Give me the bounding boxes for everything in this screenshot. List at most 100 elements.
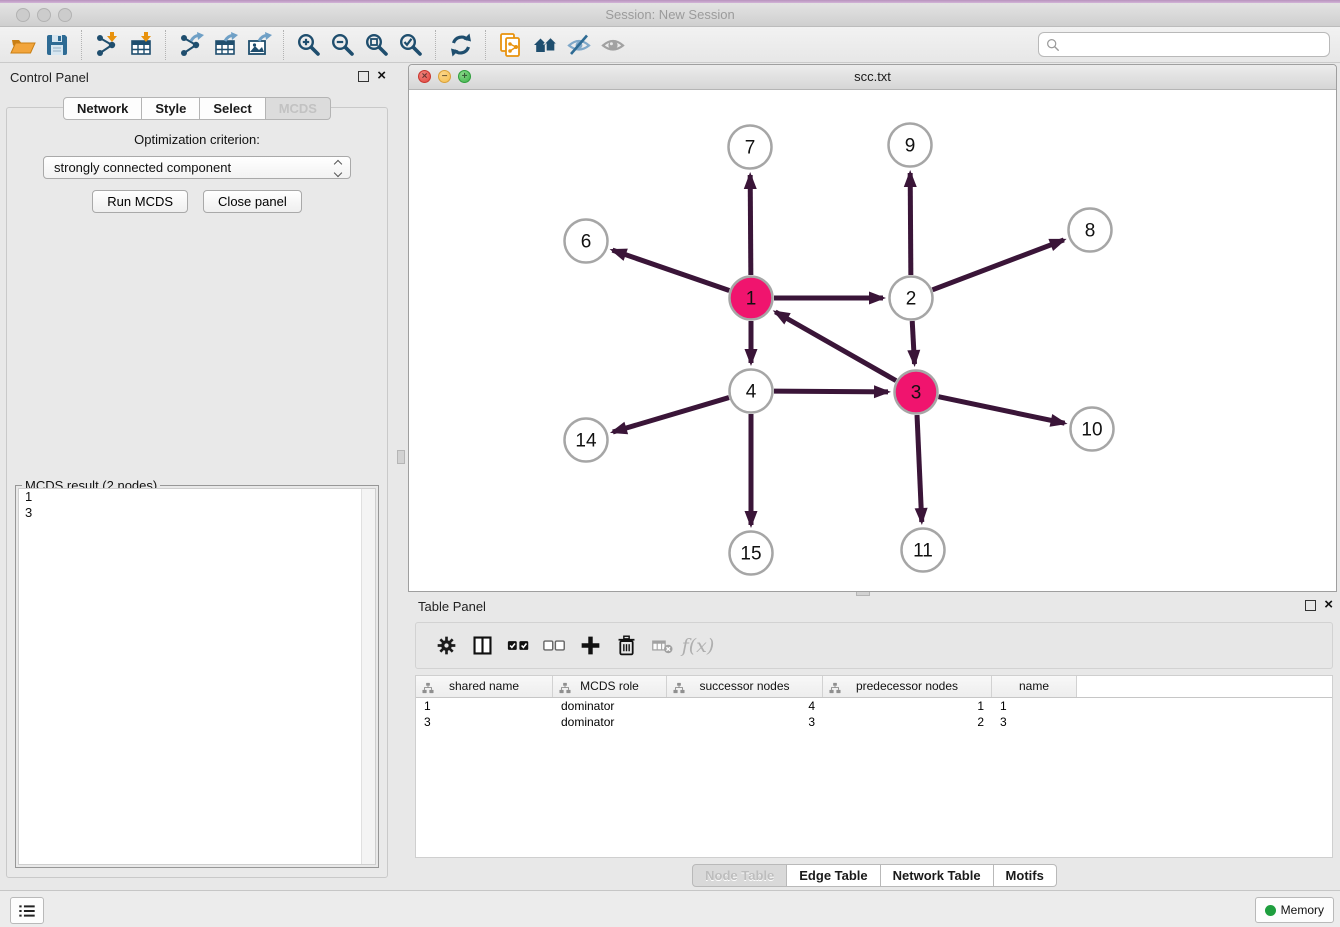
svg-text:4: 4: [746, 382, 757, 403]
deselect-all-button[interactable]: [536, 631, 572, 661]
network-window-title: scc.txt: [409, 65, 1336, 89]
graph-node-2[interactable]: 2: [890, 277, 933, 320]
graph-edge-1-6[interactable]: [612, 250, 729, 290]
vertical-splitter-handle[interactable]: [397, 450, 405, 464]
close-panel-button[interactable]: Close panel: [203, 190, 302, 213]
show-all-button[interactable]: [596, 29, 630, 61]
result-item[interactable]: 3: [19, 505, 375, 521]
svg-text:1: 1: [746, 289, 757, 310]
delete-column-button[interactable]: [608, 631, 644, 661]
graph-node-3[interactable]: 3: [895, 371, 938, 414]
graph-edge-3-10[interactable]: [939, 397, 1065, 424]
zoom-selected-button[interactable]: [394, 29, 428, 61]
control-panel-header: Control Panel ×: [0, 66, 394, 92]
graph-edge-2-9[interactable]: [910, 173, 911, 275]
delete-table-button[interactable]: [644, 631, 680, 661]
first-neighbors-button[interactable]: [528, 29, 562, 61]
close-table-panel-icon[interactable]: ×: [1324, 599, 1333, 611]
graph-node-14[interactable]: 14: [565, 419, 608, 462]
table-settings-button[interactable]: [428, 631, 464, 661]
header-filler: [1077, 676, 1332, 697]
table-row[interactable]: 3dominator323: [416, 714, 1332, 730]
table-header-row: shared name MCDS role successor nodes pr…: [416, 676, 1332, 698]
optimization-criterion-select[interactable]: strongly connected component: [43, 156, 351, 179]
float-panel-icon[interactable]: [358, 71, 369, 82]
svg-text:3: 3: [911, 383, 922, 404]
memory-button[interactable]: Memory: [1255, 897, 1334, 923]
graph-edge-1-7[interactable]: [750, 175, 751, 275]
zoom-in-button[interactable]: [292, 29, 326, 61]
function-builder-button[interactable]: f(x): [680, 631, 716, 661]
table-row[interactable]: 1dominator411: [416, 698, 1332, 714]
column-header-shared-name[interactable]: shared name: [416, 676, 553, 697]
svg-text:9: 9: [905, 136, 916, 157]
tab-select[interactable]: Select: [200, 97, 265, 120]
export-image-button[interactable]: [242, 29, 276, 61]
network-from-selection-icon: [498, 32, 524, 58]
graph-edge-3-1[interactable]: [775, 312, 896, 381]
graph-node-1[interactable]: 1: [730, 277, 773, 320]
column-header-predecessor-nodes[interactable]: predecessor nodes: [823, 676, 992, 697]
control-panel: Control Panel × NetworkStyleSelectMCDS O…: [0, 66, 394, 884]
tab-mcds[interactable]: MCDS: [266, 97, 331, 120]
show-all-icon: [600, 32, 626, 58]
memory-status-icon: [1265, 905, 1276, 916]
toolbar-separator: [485, 30, 487, 60]
graph-edge-4-3[interactable]: [774, 391, 888, 392]
import-table-button[interactable]: [124, 29, 158, 61]
zoom-out-button[interactable]: [326, 29, 360, 61]
network-from-selection-button[interactable]: [494, 29, 528, 61]
table-panel-header: Table Panel ×: [408, 595, 1340, 621]
graph-node-11[interactable]: 11: [902, 529, 945, 572]
hide-selected-button[interactable]: [562, 29, 596, 61]
network-canvas[interactable]: 7 9 6 8 1 2 4 3 14 10 15 11: [409, 90, 1336, 592]
export-table-button[interactable]: [208, 29, 242, 61]
column-header-name[interactable]: name: [992, 676, 1077, 697]
export-network-button[interactable]: [174, 29, 208, 61]
column-header-successor-nodes[interactable]: successor nodes: [667, 676, 823, 697]
graph-node-15[interactable]: 15: [730, 532, 773, 575]
tab-edge-table[interactable]: Edge Table: [787, 864, 880, 887]
search-icon: [1046, 38, 1060, 52]
zoom-fit-button[interactable]: [360, 29, 394, 61]
table-cell: 1: [992, 698, 1077, 714]
result-item[interactable]: 1: [19, 489, 375, 505]
column-header-MCDS-role[interactable]: MCDS role: [553, 676, 667, 697]
graph-node-8[interactable]: 8: [1069, 209, 1112, 252]
optimization-criterion-value: strongly connected component: [54, 160, 231, 175]
graph-node-4[interactable]: 4: [730, 370, 773, 413]
graph-edge-2-8[interactable]: [933, 240, 1064, 290]
graph-node-9[interactable]: 9: [889, 124, 932, 167]
tab-motifs[interactable]: Motifs: [994, 864, 1057, 887]
table-tabs: Node TableEdge TableNetwork TableMotifs: [408, 864, 1340, 887]
select-all-button[interactable]: [500, 631, 536, 661]
graph-edge-3-11[interactable]: [917, 415, 922, 522]
graph-edge-2-3[interactable]: [912, 321, 914, 364]
tab-style[interactable]: Style: [142, 97, 200, 120]
apply-layout-button[interactable]: [444, 29, 478, 61]
graph-node-7[interactable]: 7: [729, 126, 772, 169]
graph-node-6[interactable]: 6: [565, 220, 608, 263]
toggle-columns-button[interactable]: [464, 631, 500, 661]
float-table-panel-icon[interactable]: [1305, 600, 1316, 611]
graph-edge-4-14[interactable]: [613, 398, 729, 432]
run-mcds-button[interactable]: Run MCDS: [92, 190, 188, 213]
close-panel-icon[interactable]: ×: [377, 70, 386, 82]
tab-node-table[interactable]: Node Table: [692, 864, 787, 887]
import-network-button[interactable]: [90, 29, 124, 61]
svg-text:7: 7: [745, 138, 756, 159]
table-panel: Table Panel × f(x) shared name MCDS role…: [408, 595, 1340, 888]
add-column-button[interactable]: [572, 631, 608, 661]
task-history-button[interactable]: [10, 897, 44, 924]
tab-network[interactable]: Network: [63, 97, 142, 120]
tab-network-table[interactable]: Network Table: [881, 864, 994, 887]
open-session-button[interactable]: [6, 29, 40, 61]
search-input[interactable]: [1064, 35, 1329, 55]
table-cell: 4: [667, 698, 823, 714]
apply-layout-icon: [448, 32, 474, 58]
graph-node-10[interactable]: 10: [1071, 408, 1114, 451]
save-session-button[interactable]: [40, 29, 74, 61]
task-list-icon: [17, 901, 37, 921]
hierarchy-icon: [673, 680, 685, 692]
result-scrollbar[interactable]: [361, 489, 375, 864]
